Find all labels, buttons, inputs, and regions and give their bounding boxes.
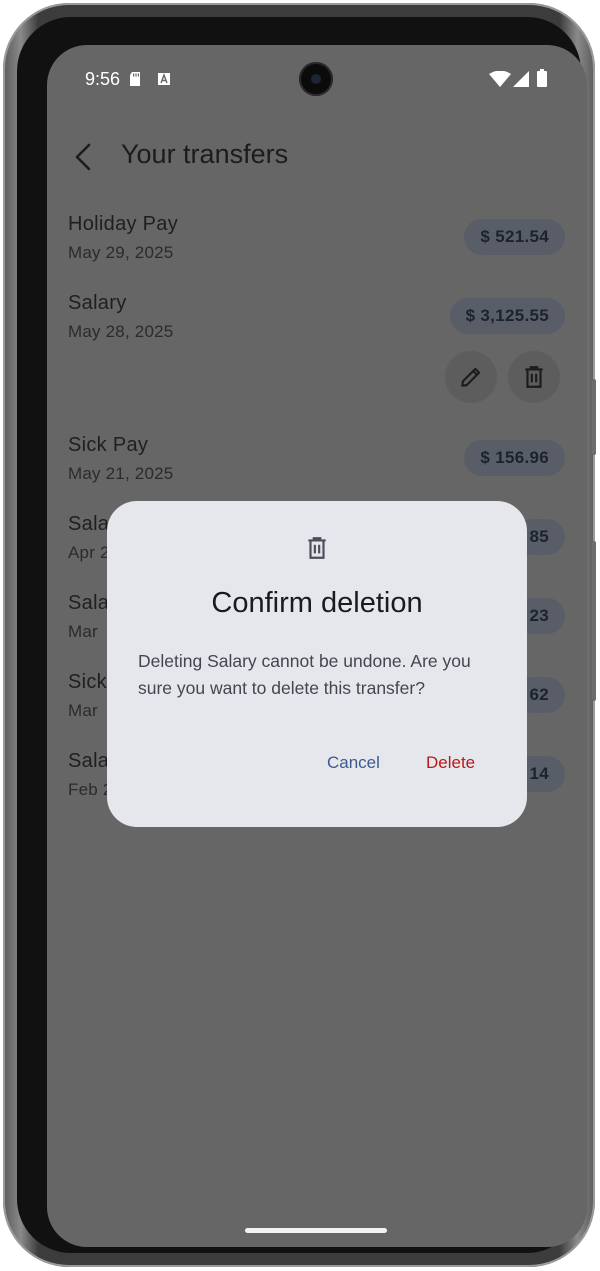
power-button <box>592 541 596 701</box>
transfer-date: Mar <box>68 701 98 720</box>
transfer-date: May 21, 2025 <box>68 464 174 483</box>
confirm-deletion-dialog: Confirm deletion Deleting Salary cannot … <box>107 501 527 827</box>
transfer-name: Sala <box>68 592 110 614</box>
delete-item-button[interactable] <box>508 351 560 403</box>
front-camera <box>299 62 333 96</box>
battery-icon <box>537 69 547 87</box>
transfer-name: Sala <box>68 750 110 772</box>
transfer-name: Sala <box>68 513 110 535</box>
transfer-date: Feb 2 <box>68 780 113 799</box>
dialog-message: Deleting Salary cannot be undone. Are yo… <box>138 651 471 698</box>
transfer-date: Mar <box>68 622 98 641</box>
screen: 9:56 Your transfers Holiday Pay May 29, … <box>47 45 587 1247</box>
transfer-name: Holiday Pay <box>68 213 179 235</box>
cancel-button[interactable]: Cancel <box>327 753 380 773</box>
transfer-name: Sick Pay <box>68 434 149 456</box>
transfer-row-sick-pay[interactable]: Sick Pay May 21, 2025 $ 156.96 <box>47 434 587 504</box>
transfer-date: May 28, 2025 <box>68 322 174 341</box>
signal-icon <box>513 71 529 87</box>
edit-button[interactable] <box>445 351 497 403</box>
amount-chip: $ 3,125.55 <box>449 298 565 334</box>
transfer-date: Apr 2 <box>68 543 110 562</box>
amount-chip: $ 521.54 <box>464 219 565 255</box>
transfer-name: Salary <box>68 292 127 314</box>
transfer-row-holiday-pay[interactable]: Holiday Pay May 29, 2025 $ 521.54 <box>47 213 587 283</box>
arrow-back-icon[interactable] <box>69 137 97 177</box>
volume-button <box>592 379 596 455</box>
wifi-icon <box>489 71 511 87</box>
home-indicator[interactable] <box>245 1228 387 1233</box>
delete-button[interactable]: Delete <box>426 753 475 773</box>
transfer-date: May 29, 2025 <box>68 243 174 262</box>
pencil-icon <box>461 367 481 387</box>
status-time: 9:56 <box>85 69 121 89</box>
trash-icon <box>525 366 543 388</box>
dialog-title: Confirm deletion <box>211 587 423 619</box>
phone-frame: 9:56 Your transfers Holiday Pay May 29, … <box>3 3 596 1267</box>
page-title: Your transfers <box>121 139 289 169</box>
trash-icon <box>308 537 326 559</box>
amount-chip: $ 156.96 <box>464 440 565 476</box>
sd-card-icon <box>130 72 140 86</box>
keyboard-a-icon <box>158 73 170 85</box>
transfer-name: Sick <box>68 671 107 693</box>
transfer-row-salary[interactable]: Salary May 28, 2025 $ 3,125.55 <box>47 292 587 362</box>
bezel: 9:56 Your transfers Holiday Pay May 29, … <box>17 17 587 1253</box>
